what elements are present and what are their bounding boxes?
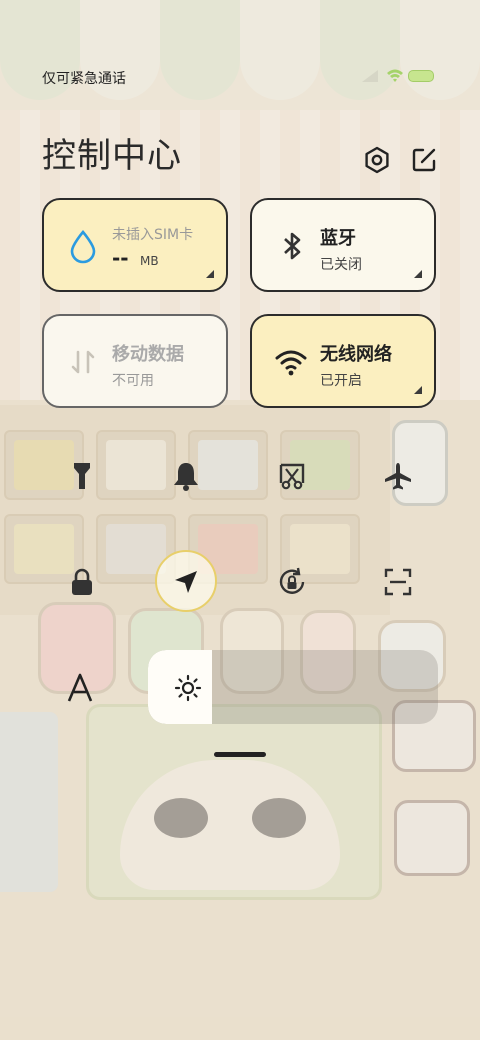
- expand-corner-icon: [414, 270, 422, 278]
- sun-icon: [174, 674, 202, 702]
- lock-icon: [72, 568, 92, 595]
- bluetooth-tile[interactable]: 蓝牙 已关闭: [250, 198, 436, 292]
- silent-toggle[interactable]: [166, 456, 206, 496]
- scan-icon: [384, 568, 412, 596]
- lock-screen-toggle[interactable]: [62, 562, 102, 602]
- screenshot-toggle[interactable]: [272, 456, 312, 496]
- rotation-lock-toggle[interactable]: [272, 562, 312, 602]
- rotation-lock-icon: [279, 567, 305, 594]
- scanner-toggle[interactable]: [378, 562, 418, 602]
- screenshot-icon: [279, 463, 305, 490]
- bluetooth-icon: [284, 232, 301, 260]
- water-drop-icon: [70, 229, 96, 264]
- status-bar: 仅可紧急通话: [0, 60, 480, 92]
- location-toggle[interactable]: [166, 562, 206, 602]
- page-title: 控制中心: [42, 136, 182, 176]
- expand-corner-icon: [206, 270, 214, 278]
- bluetooth-label: 蓝牙: [320, 228, 356, 249]
- wifi-status-icon: [387, 69, 403, 82]
- sim-data-tile[interactable]: 未插入SIM卡 -- MB: [42, 198, 228, 292]
- wifi-tile[interactable]: 无线网络 已开启: [250, 314, 436, 408]
- airplane-toggle[interactable]: [378, 456, 418, 496]
- data-usage-unit: MB: [140, 254, 159, 268]
- mobile-data-tile[interactable]: 移动数据 不可用: [42, 314, 228, 408]
- carrier-text: 仅可紧急通话: [42, 71, 126, 87]
- mobile-data-status: 不可用: [112, 373, 154, 389]
- wifi-label: 无线网络: [320, 344, 392, 365]
- flashlight-icon: [74, 463, 90, 489]
- data-usage-value: --: [112, 246, 129, 270]
- flashlight-toggle[interactable]: [62, 456, 102, 496]
- data-arrows-icon: [71, 350, 95, 374]
- settings-icon[interactable]: [363, 146, 391, 174]
- edit-icon[interactable]: [410, 146, 438, 174]
- wifi-icon: [275, 350, 307, 376]
- sim-status-label: 未插入SIM卡: [112, 227, 194, 243]
- mobile-data-label: 移动数据: [112, 344, 184, 365]
- wifi-status: 已开启: [320, 373, 362, 389]
- battery-icon: [408, 70, 434, 82]
- bluetooth-status: 已关闭: [320, 257, 362, 273]
- bell-icon: [174, 463, 198, 491]
- drag-handle[interactable]: [214, 752, 266, 757]
- airplane-icon: [385, 463, 411, 490]
- location-icon: [175, 571, 197, 593]
- expand-corner-icon: [414, 386, 422, 394]
- font-icon: [67, 673, 93, 702]
- brightness-slider[interactable]: [148, 650, 438, 724]
- signal-icon: [362, 70, 378, 82]
- font-size-toggle[interactable]: [60, 668, 100, 708]
